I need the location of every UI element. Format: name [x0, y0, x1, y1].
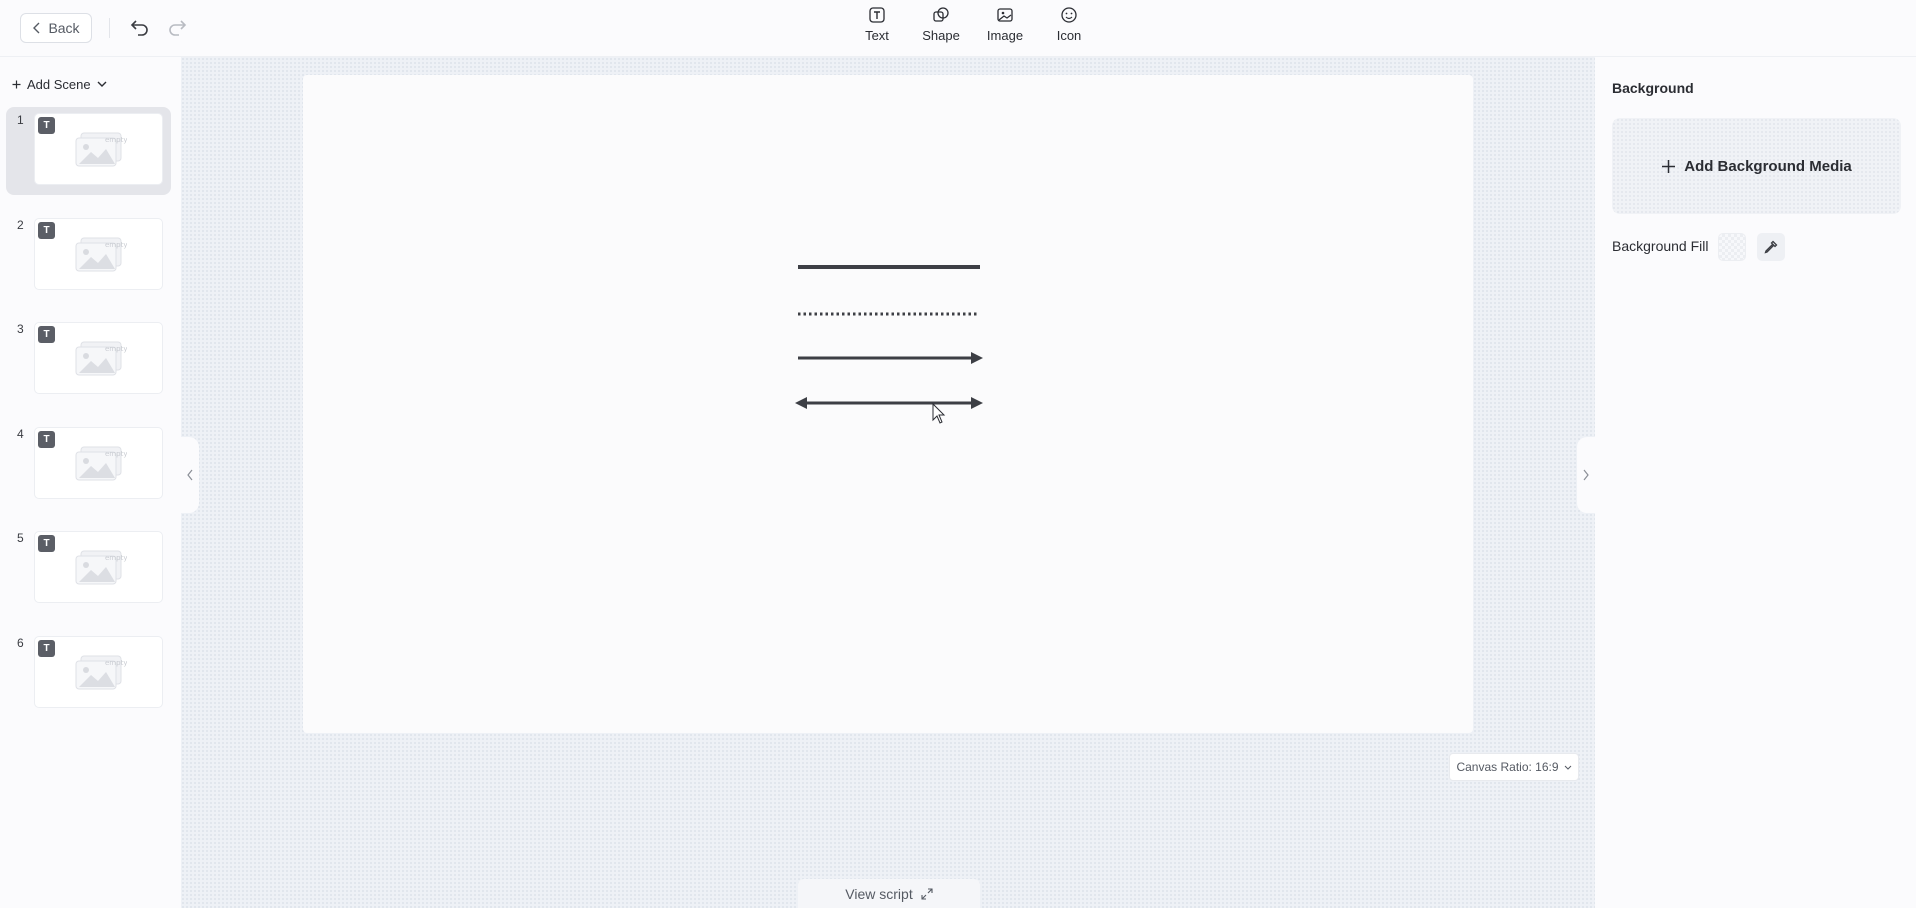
canvas-shapes	[795, 265, 983, 424]
scene-number: 4	[17, 427, 24, 441]
shape-icon	[933, 7, 949, 22]
canvas-ratio-dropdown[interactable]: Canvas Ratio: 16:9	[1449, 753, 1579, 781]
plus-icon	[12, 80, 21, 88]
empty-label: empty	[105, 450, 127, 458]
scene-number: 3	[17, 322, 24, 336]
scene-panel: Add Scene 1 empty T 2 empty T 3 empty T 4 empty T 5 e…	[0, 57, 181, 908]
scene-item[interactable]: 5 empty T	[6, 525, 171, 613]
empty-label: empty	[105, 554, 127, 562]
smiley-icon	[1061, 7, 1077, 23]
workspace: Canvas Ratio: 16:9 View script	[181, 57, 1595, 908]
empty-label: empty	[105, 345, 127, 353]
canvas-ratio-label: Canvas Ratio: 16:9	[1456, 760, 1559, 774]
toolbar-divider	[109, 18, 110, 38]
eyedropper-button[interactable]	[1757, 233, 1785, 261]
scene-item[interactable]: 4 empty T	[6, 421, 171, 509]
scene-item[interactable]: 1 empty T	[6, 107, 171, 195]
mouse-cursor-icon	[932, 402, 946, 424]
properties-panel: Background Add Background Media Backgrou…	[1595, 57, 1916, 908]
scene-item[interactable]: 6 empty T	[6, 630, 171, 718]
background-title: Background	[1612, 80, 1694, 96]
tool-shape[interactable]: Shape	[909, 6, 973, 50]
empty-image-icon: empty	[75, 550, 127, 585]
back-label: Back	[48, 20, 80, 36]
collapse-left-panel-button[interactable]	[181, 437, 199, 513]
expand-icon	[921, 887, 933, 900]
scene-number: 2	[17, 218, 24, 232]
scene-text-badge: T	[38, 640, 55, 657]
empty-image-icon: empty	[75, 237, 127, 272]
empty-label: empty	[105, 241, 127, 249]
scene-text-badge: T	[38, 326, 55, 343]
empty-image-icon: empty	[75, 341, 127, 376]
add-background-media-button[interactable]: Add Background Media	[1612, 118, 1901, 214]
arrow-line-shape[interactable]	[798, 352, 983, 364]
chevron-left-icon	[33, 22, 40, 34]
insert-tools: Text Shape Image Icon	[845, 6, 1101, 50]
chevron-right-icon	[1583, 469, 1589, 481]
empty-label: empty	[105, 659, 127, 667]
tool-icon[interactable]: Icon	[1037, 6, 1101, 50]
scene-text-badge: T	[38, 117, 55, 134]
undo-icon	[130, 20, 148, 36]
scene-canvas[interactable]	[303, 75, 1473, 733]
back-button[interactable]: Back	[20, 13, 92, 43]
empty-image-icon: empty	[75, 446, 127, 481]
collapse-right-panel-button[interactable]	[1577, 437, 1595, 513]
text-icon	[869, 7, 885, 23]
add-scene-button[interactable]: Add Scene	[12, 74, 107, 94]
add-background-media-label: Add Background Media	[1684, 157, 1852, 175]
image-icon	[997, 8, 1013, 22]
empty-image-icon: empty	[75, 655, 127, 690]
undo-button[interactable]	[128, 15, 152, 39]
view-script-label: View script	[845, 885, 913, 902]
empty-label: empty	[105, 136, 127, 144]
view-script-button[interactable]: View script	[798, 879, 980, 908]
chevron-down-icon	[97, 81, 107, 87]
chevron-down-icon	[1564, 765, 1571, 770]
empty-image-icon: empty	[75, 132, 127, 167]
tool-text-label: Text	[865, 28, 889, 43]
add-scene-label: Add Scene	[27, 76, 91, 92]
tool-text[interactable]: Text	[845, 6, 909, 50]
plus-icon	[1662, 159, 1676, 173]
scene-item[interactable]: 3 empty T	[6, 316, 171, 404]
redo-button[interactable]	[165, 15, 189, 39]
scene-text-badge: T	[38, 222, 55, 239]
double-arrow-line-shape[interactable]	[795, 397, 983, 409]
scene-number: 1	[17, 113, 24, 127]
tool-icon-label: Icon	[1056, 28, 1082, 43]
tool-image[interactable]: Image	[973, 6, 1037, 50]
scene-item[interactable]: 2 empty T	[6, 212, 171, 300]
eyedropper-icon	[1764, 240, 1778, 254]
background-fill-swatch[interactable]	[1718, 233, 1746, 261]
top-toolbar: Back Text Shape Image Icon	[0, 0, 1916, 57]
scene-text-badge: T	[38, 535, 55, 552]
redo-icon	[169, 20, 187, 36]
tool-image-label: Image	[986, 28, 1024, 43]
scene-text-badge: T	[38, 431, 55, 448]
chevron-left-icon	[187, 469, 193, 481]
scene-number: 6	[17, 636, 24, 650]
tool-shape-label: Shape	[922, 28, 960, 43]
scene-number: 5	[17, 531, 24, 545]
background-fill-label: Background Fill	[1612, 238, 1709, 254]
